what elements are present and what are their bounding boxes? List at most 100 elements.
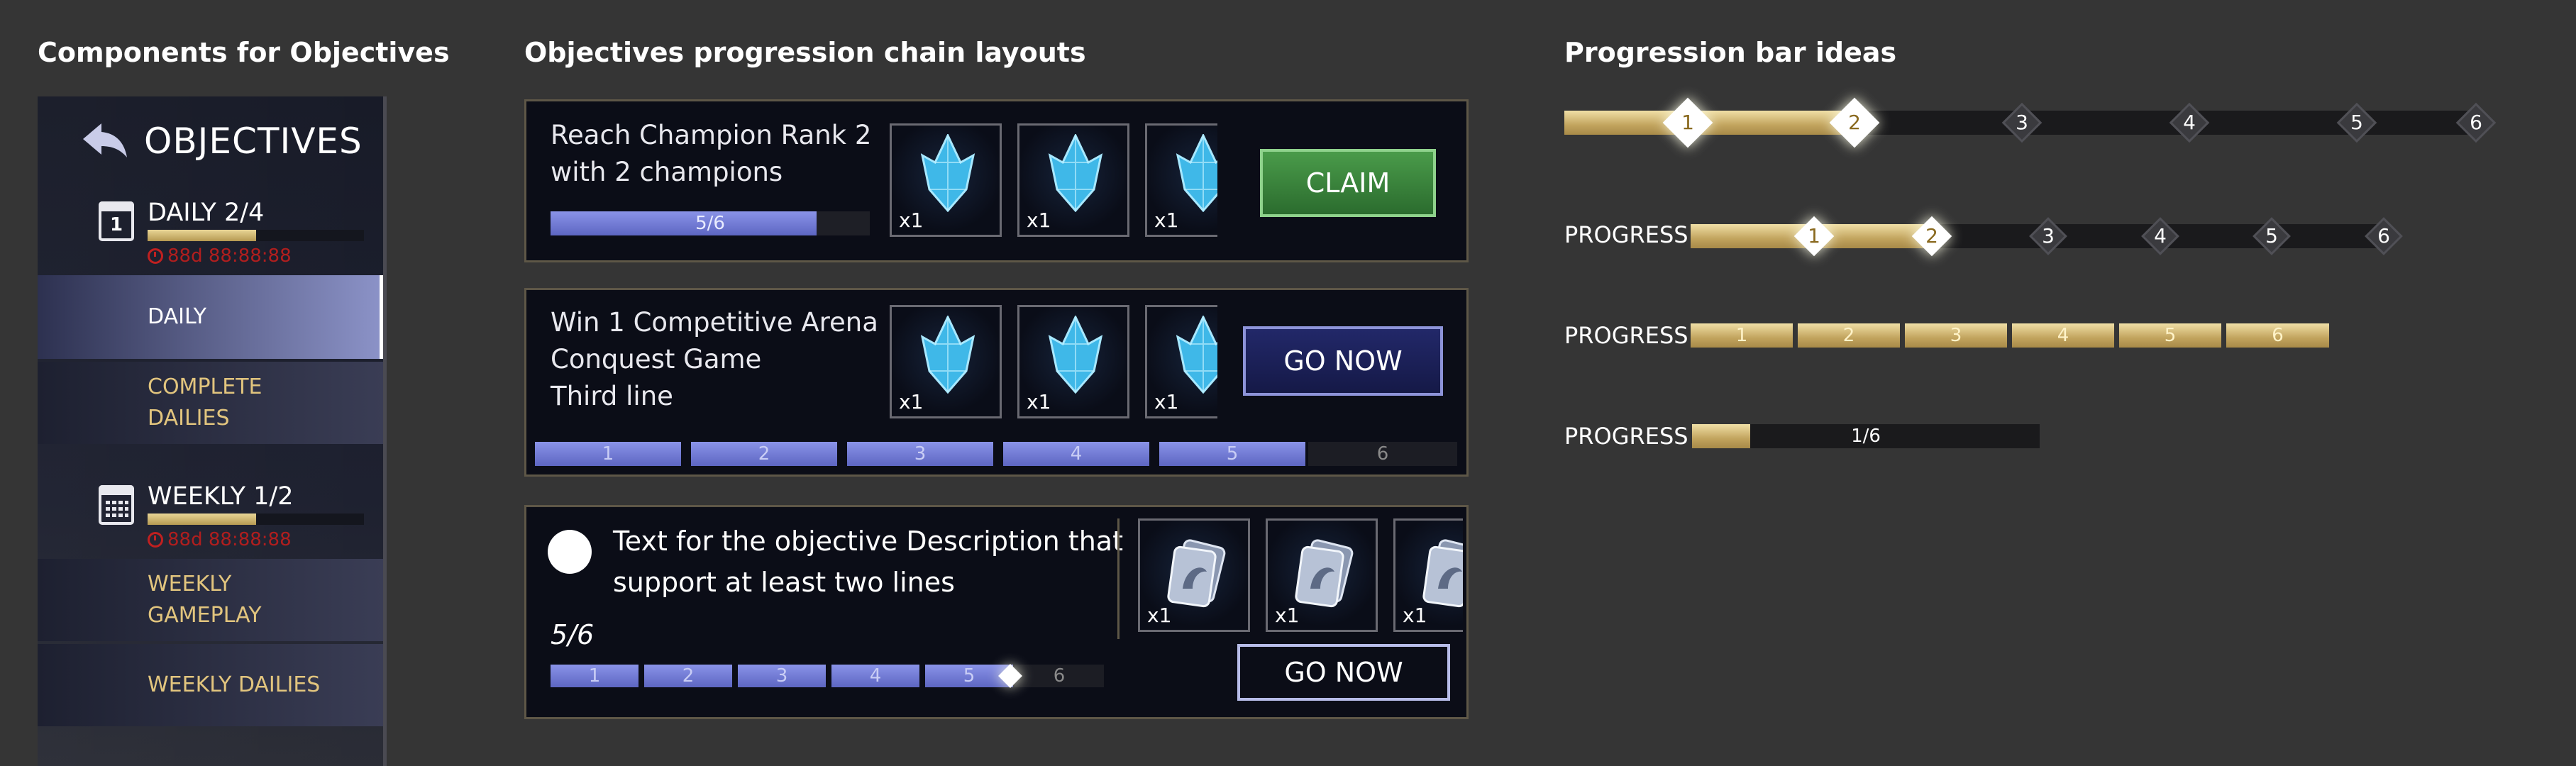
objective-text-line3: Third line bbox=[551, 381, 673, 411]
node-progress-bar-1: 1 2 3 4 5 6 bbox=[1564, 97, 2497, 148]
clock-icon bbox=[148, 532, 163, 548]
reward-quantity: x1 bbox=[1027, 209, 1051, 232]
back-arrow-icon[interactable] bbox=[80, 121, 130, 160]
objective-progress-text: 5/6 bbox=[551, 619, 595, 650]
crystal-icon bbox=[1176, 316, 1217, 394]
sidebar-item-label: WEEKLY DAILIES bbox=[148, 672, 321, 697]
reward-quantity: x1 bbox=[1403, 604, 1427, 627]
sidebar-item-complete-dailies[interactable]: COMPLETE DAILIES bbox=[38, 362, 383, 444]
progress-node-label: 3 bbox=[2016, 111, 2028, 134]
daily-progress-fill bbox=[148, 230, 256, 241]
progress-segment: 1 bbox=[535, 442, 681, 466]
sidebar-item-label: DAILIES bbox=[148, 406, 230, 431]
crystal-icon bbox=[1048, 134, 1103, 212]
weekly-progress-fill bbox=[148, 514, 256, 525]
objective-text-line2: Conquest Game bbox=[551, 344, 762, 374]
reward-quantity: x1 bbox=[1154, 390, 1179, 413]
reward-slot[interactable]: x1 bbox=[1138, 518, 1250, 632]
card-pack-icon bbox=[1167, 539, 1226, 608]
weekly-category-label: WEEKLY 1/2 bbox=[148, 482, 294, 511]
progress-label: PROGRESS bbox=[1564, 221, 1688, 248]
objectives-panel: OBJECTIVES 1 DAILY 2/4 88d 88:88:88 DAIL… bbox=[38, 96, 387, 766]
progress-segment: 3 bbox=[738, 665, 826, 687]
progress-segment: 4 bbox=[2012, 323, 2114, 348]
checkbox-circle-icon[interactable] bbox=[548, 530, 592, 574]
reward-quantity: x1 bbox=[1027, 390, 1051, 413]
objective-text-line1: Win 1 Competitive Arena bbox=[551, 307, 878, 338]
progress-text: 1/6 bbox=[1851, 426, 1881, 447]
reward-slot[interactable]: x1 bbox=[1145, 305, 1217, 418]
sidebar-item-label: DAILY bbox=[148, 304, 206, 329]
segmented-gold-bar: 1 2 3 4 5 6 bbox=[1691, 323, 2329, 348]
weekly-timer-text: 88d 88:88:88 bbox=[167, 529, 292, 550]
progress-segment: 1 bbox=[551, 665, 639, 687]
reward-slot[interactable]: x1 bbox=[1266, 518, 1378, 632]
reward-quantity: x1 bbox=[899, 390, 924, 413]
progress-segment: 4 bbox=[1003, 442, 1149, 466]
segmented-progress-bar: 1 2 3 4 5 6 bbox=[535, 442, 1457, 466]
ideas-section-title: Progression bar ideas bbox=[1564, 37, 1897, 68]
go-now-button[interactable]: GO NOW bbox=[1237, 644, 1450, 701]
daily-category-label: DAILY 2/4 bbox=[148, 199, 265, 227]
reward-quantity: x1 bbox=[899, 209, 924, 232]
sidebar-item-label: GAMEPLAY bbox=[148, 603, 262, 628]
progress-segment: 6 bbox=[1308, 442, 1457, 466]
sidebar-item-label: COMPLETE bbox=[148, 374, 262, 399]
card-pack-icon bbox=[1295, 539, 1354, 608]
progress-segment: 2 bbox=[691, 442, 837, 466]
reward-slot[interactable]: x1 bbox=[890, 305, 1002, 418]
progress-node-label: 4 bbox=[2183, 111, 2196, 134]
reward-list: x1 x1 x1 bbox=[890, 123, 1217, 240]
crystal-icon bbox=[1048, 316, 1103, 394]
chain-section-title: Objectives progression chain layouts bbox=[524, 37, 1086, 68]
progress-segment: 4 bbox=[831, 665, 919, 687]
objective-progress-bar: 5/6 bbox=[551, 211, 870, 235]
progress-node-label: 1 bbox=[1681, 111, 1694, 134]
simple-progress-bar: 1/6 bbox=[1692, 424, 2040, 448]
progress-segment: 6 bbox=[1015, 665, 1104, 687]
progress-node-label: 5 bbox=[2265, 224, 2278, 248]
node-progress-bar-2: 1 2 3 4 5 6 bbox=[1691, 216, 2403, 257]
progress-segment: 5 bbox=[1159, 442, 1305, 466]
progress-segment: 3 bbox=[1905, 323, 2007, 348]
progress-label: PROGRESS bbox=[1564, 322, 1688, 349]
progress-segment: 2 bbox=[1798, 323, 1900, 348]
reward-list: x1 x1 x1 bbox=[890, 305, 1217, 421]
progress-node-label: 2 bbox=[1848, 111, 1861, 134]
weekly-progress-bar bbox=[148, 514, 364, 525]
objective-text-line2: with 2 champions bbox=[551, 157, 783, 187]
sidebar-item-weekly-dailies[interactable]: WEEKLY DAILIES bbox=[38, 644, 383, 726]
reward-quantity: x1 bbox=[1275, 604, 1300, 627]
progress-segment: 2 bbox=[644, 665, 732, 687]
progress-node-label: 6 bbox=[2470, 111, 2482, 134]
reward-slot[interactable]: x1 bbox=[1393, 518, 1463, 632]
divider bbox=[1117, 518, 1120, 639]
clock-icon bbox=[148, 248, 163, 264]
card-pack-icon bbox=[1422, 539, 1463, 608]
objective-progress-text: 5/6 bbox=[695, 213, 725, 234]
progress-node-label: 1 bbox=[1808, 224, 1820, 248]
claim-button[interactable]: CLAIM bbox=[1260, 149, 1436, 217]
reward-quantity: x1 bbox=[1154, 209, 1179, 232]
objectives-header: OBJECTIVES bbox=[144, 121, 363, 162]
go-now-button[interactable]: GO NOW bbox=[1243, 326, 1443, 396]
reward-slot[interactable]: x1 bbox=[1017, 305, 1129, 418]
segmented-progress-bar: 1 2 3 4 5 6 bbox=[551, 664, 1104, 688]
crystal-icon bbox=[920, 316, 975, 394]
sidebar-item-daily[interactable]: DAILY bbox=[38, 275, 383, 359]
reward-quantity: x1 bbox=[1147, 604, 1172, 627]
reward-slot[interactable]: x1 bbox=[1145, 123, 1217, 237]
reward-slot[interactable]: x1 bbox=[1017, 123, 1129, 237]
daily-timer: 88d 88:88:88 bbox=[148, 245, 292, 267]
sidebar-item-weekly-gameplay[interactable]: WEEKLY GAMEPLAY bbox=[38, 559, 383, 641]
progress-segment: 6 bbox=[2226, 323, 2329, 348]
progress-node-label: 2 bbox=[1925, 224, 1938, 248]
reward-slot[interactable]: x1 bbox=[890, 123, 1002, 237]
weekly-timer: 88d 88:88:88 bbox=[148, 529, 292, 550]
progress-node-label: 3 bbox=[2042, 224, 2055, 248]
sidebar-item-label: WEEKLY bbox=[148, 572, 232, 596]
progress-node-label: 4 bbox=[2154, 224, 2167, 248]
calendar-day-icon: 1 bbox=[99, 201, 134, 241]
objective-text-line2: support at least two lines bbox=[613, 567, 955, 598]
objective-text-line1: Text for the objective Description that bbox=[613, 526, 1123, 557]
